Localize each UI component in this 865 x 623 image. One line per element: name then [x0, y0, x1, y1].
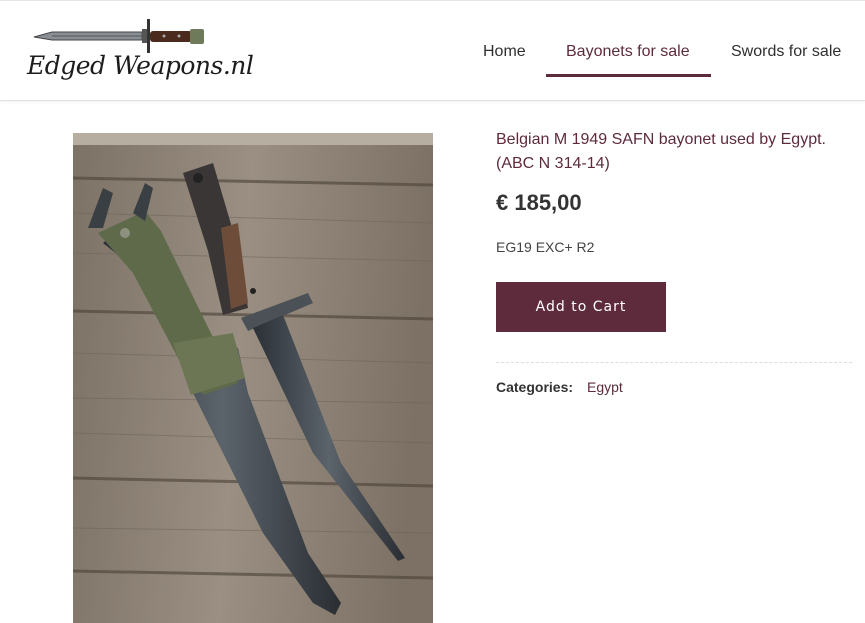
product-image[interactable] [73, 133, 433, 623]
site-logo[interactable]: Edged Weapons.nl [24, 15, 254, 89]
logo-text: Edged Weapons.nl [27, 51, 254, 80]
product-sku: EG19 EXC+ R2 [496, 239, 595, 255]
nav-swords-for-sale[interactable]: Swords for sale [731, 43, 841, 61]
category-link-egypt[interactable]: Egypt [587, 379, 623, 395]
active-nav-underline [546, 74, 711, 77]
bayonet-photo-image [73, 133, 433, 623]
nav-bayonets-for-sale[interactable]: Bayonets for sale [566, 43, 690, 61]
product-title: Belgian M 1949 SAFN bayonet used by Egyp… [496, 131, 826, 172]
add-to-cart-button[interactable]: Add to Cart [496, 282, 666, 332]
product-price: € 185,00 [496, 190, 582, 215]
meta-divider [496, 362, 852, 363]
bayonet-logo-icon [33, 19, 204, 53]
site-header: Edged Weapons.nl Home Bayonets for sale … [0, 0, 865, 101]
nav-home[interactable]: Home [483, 43, 526, 61]
categories-label: Categories: [496, 379, 574, 395]
